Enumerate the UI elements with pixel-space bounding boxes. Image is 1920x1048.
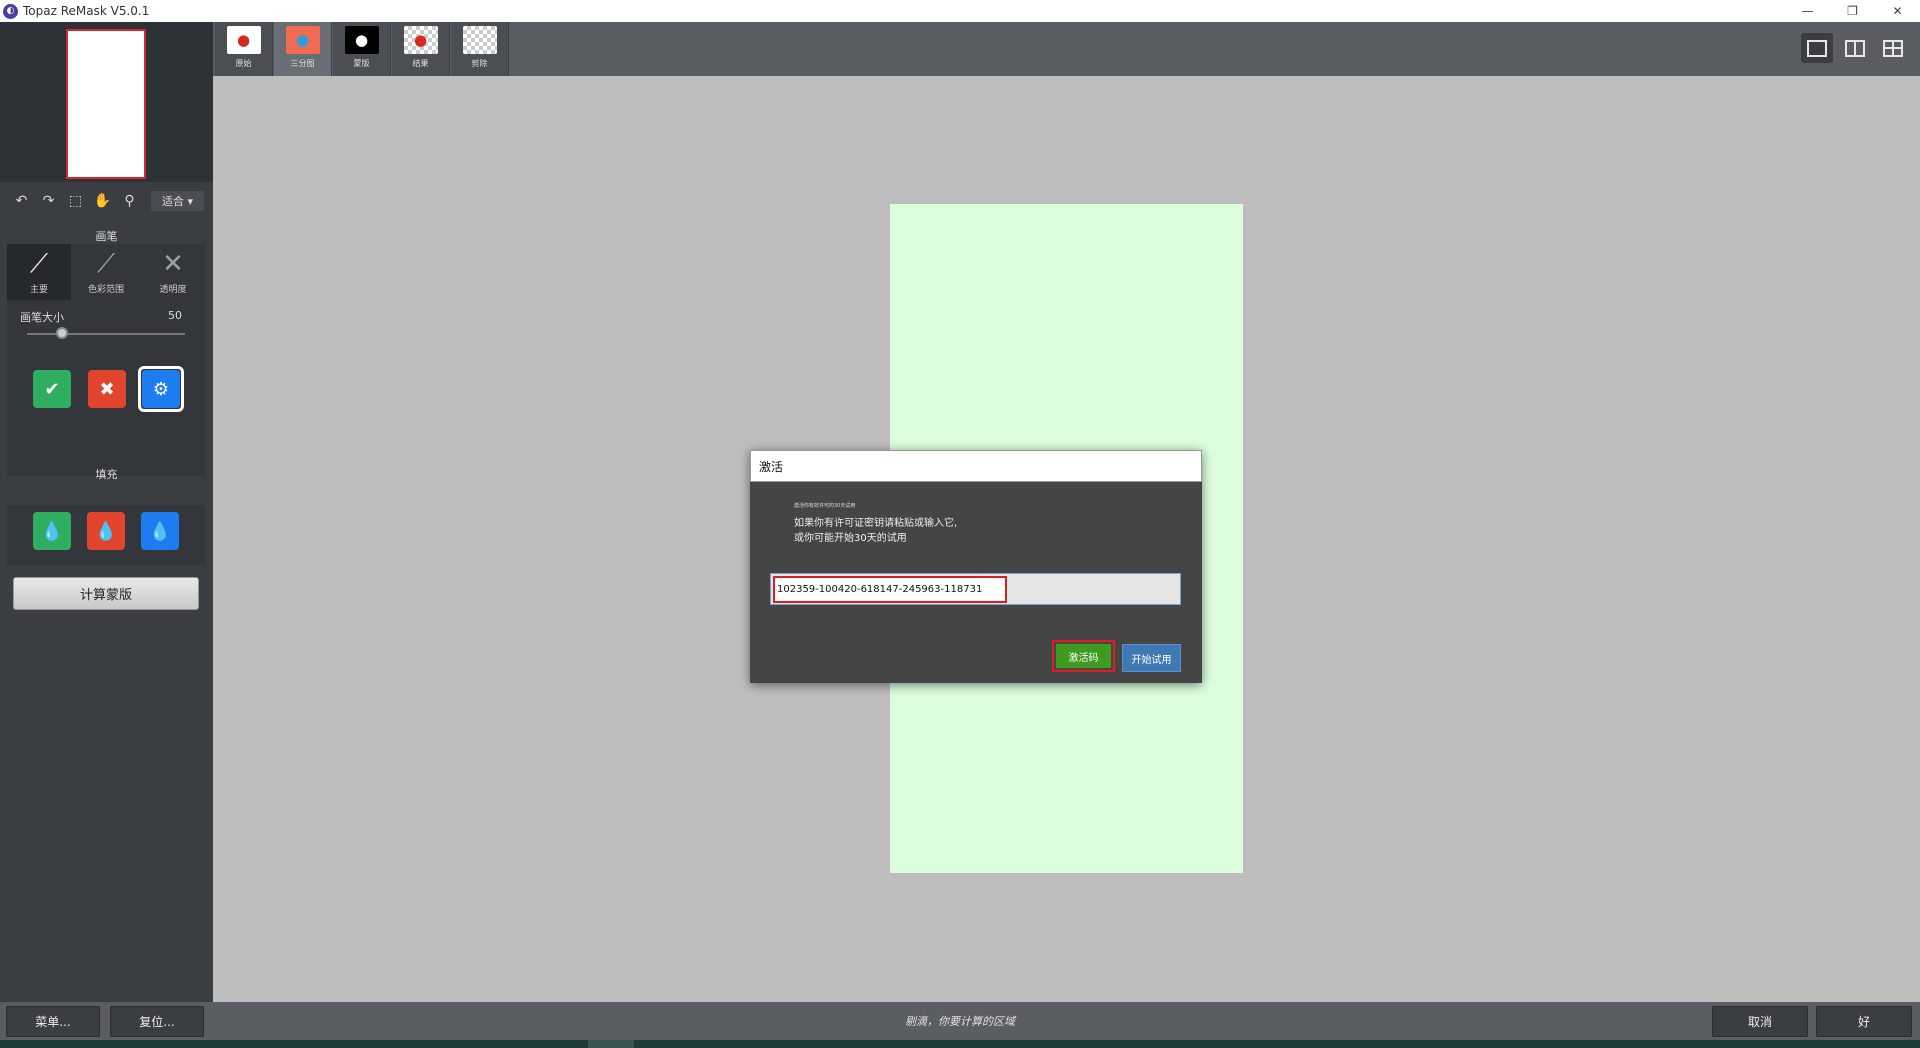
tab-label: 蒙版 [354,58,370,69]
ok-button[interactable]: 好 [1816,1006,1912,1037]
drop-brush-button[interactable]: ✖ [88,370,126,408]
tab-label: 剪除 [472,58,488,69]
brush-size-slider[interactable] [27,333,185,335]
os-taskbar [0,1040,1920,1048]
navigator-thumbnail[interactable] [66,29,146,179]
close-button[interactable]: ✕ [1875,0,1920,22]
split-view-icon [1845,40,1865,57]
license-key-value[interactable]: 102359-100420-618147-245963-118731 [773,576,1007,603]
zoom-select[interactable]: 适合 ▾ [151,191,204,211]
tab-label: 结果 [413,58,429,69]
brush-size-label: 画笔大小 [20,309,64,325]
view-tabs-bar: ● 原始 ● 三分图 ● 蒙版 ● 结果 剪除 [213,22,1920,76]
cutout-checker-icon [463,26,497,54]
activation-dialog: 激活 激活你有效许可的30天试用 如果你有许可证密钥请粘贴或输入它, 或你可能开… [750,450,1202,683]
brush-icon: ⟋ [7,244,71,282]
quad-view-icon [1883,40,1903,57]
status-text: 剔滴，你要计算的区域 [0,1013,1920,1029]
minimize-button[interactable]: — [1785,0,1830,22]
tab-label: 色彩范围 [74,282,138,295]
start-trial-button[interactable]: 开始试用 [1122,644,1181,672]
transparency-brush-icon: ✕ [141,244,205,282]
apple-mask-icon: ● [345,26,379,54]
zoom-magnifier-icon[interactable]: ⚲ [116,190,143,212]
keep-fill-button[interactable]: 💧 [33,512,71,550]
dialog-message-line1: 如果你有许可证密钥请粘贴或输入它, [794,516,957,531]
compute-brush-icon: ⚙ [153,379,169,400]
tab-trimap[interactable]: ● 三分图 [274,22,332,76]
single-view-button[interactable] [1801,33,1833,63]
tab-label: 原始 [236,58,252,69]
brush-size-value: 50 [168,309,182,322]
title-bar: ◐ Topaz ReMask V5.0.1 — ❐ ✕ [0,0,1920,22]
license-key-input[interactable]: 102359-100420-618147-245963-118731 [770,573,1181,605]
brush-size-slider-handle[interactable] [56,327,68,339]
tab-label: 透明度 [141,282,205,295]
compute-fill-button[interactable]: 💧 [141,512,179,550]
activate-button-highlight: 激活码 [1052,640,1115,672]
dialog-note: 激活你有效许可的30天试用 [794,502,855,509]
undo-icon[interactable]: ↶ [8,190,35,212]
tab-label: 主要 [7,282,71,295]
split-view-button[interactable] [1839,33,1871,63]
tab-cutout[interactable]: 剪除 [451,22,509,76]
keep-fill-drop-icon: 💧 [41,521,63,542]
apple-result-icon: ● [404,26,438,54]
tab-label: 三分图 [291,58,315,69]
drop-fill-drop-icon: 💧 [95,521,117,542]
hand-pan-icon[interactable]: ✋ [89,190,116,212]
bottom-bar: 菜单... 复位... 剔滴，你要计算的区域 取消 好 [0,1002,1920,1040]
apple-original-icon: ● [227,26,261,54]
drop-brush-icon: ✖ [99,379,114,400]
fill-section-label: 填充 [0,466,213,482]
restore-button[interactable]: ❐ [1830,0,1875,22]
compute-mask-button[interactable]: 计算蒙版 [13,577,199,610]
keep-brush-button[interactable]: ✔ [33,370,71,408]
tab-brush-primary[interactable]: ⟋ 主要 [7,244,71,300]
tab-brush-color-range[interactable]: ⟋ 色彩范围 [74,244,138,300]
keep-brush-icon: ✔ [44,379,59,400]
compute-brush-button[interactable]: ⚙ [142,370,180,408]
activate-button[interactable]: 激活码 [1056,644,1111,668]
brush-panel: ⟋ 主要 ⟋ 色彩范围 ✕ 透明度 [7,244,205,476]
color-range-brush-icon: ⟋ [74,244,138,282]
marquee-select-icon[interactable]: ⬚ [62,190,89,212]
window-controls: — ❐ ✕ [1785,0,1920,22]
redo-icon[interactable]: ↷ [35,190,62,212]
single-view-icon [1807,40,1827,57]
taskbar-app-item[interactable] [588,1040,634,1048]
window-title: Topaz ReMask V5.0.1 [23,4,149,18]
dialog-title: 激活 [750,450,1202,482]
drop-fill-button[interactable]: 💧 [87,512,125,550]
quad-view-button[interactable] [1877,33,1909,63]
topaz-logo-icon: ◐ [3,4,18,19]
cancel-button[interactable]: 取消 [1712,1006,1808,1037]
left-panel: ↶ ↷ ⬚ ✋ ⚲ 适合 ▾ 画笔 ⟋ 主要 ⟋ 色彩范围 ✕ 透明度 画笔大小… [0,22,213,1002]
tools-row: ↶ ↷ ⬚ ✋ ⚲ 适合 ▾ [0,186,213,216]
tab-mask[interactable]: ● 蒙版 [333,22,391,76]
compute-fill-drop-icon: 💧 [149,521,171,542]
tab-result[interactable]: ● 结果 [392,22,450,76]
dialog-message: 如果你有许可证密钥请粘贴或输入它, 或你可能开始30天的试用 [794,516,957,546]
brush-section-label: 画笔 [0,228,213,244]
dialog-message-line2: 或你可能开始30天的试用 [794,531,957,546]
apple-trimap-icon: ● [286,26,320,54]
navigator-panel [0,22,213,182]
tab-brush-transparency[interactable]: ✕ 透明度 [141,244,205,300]
tab-original[interactable]: ● 原始 [215,22,273,76]
